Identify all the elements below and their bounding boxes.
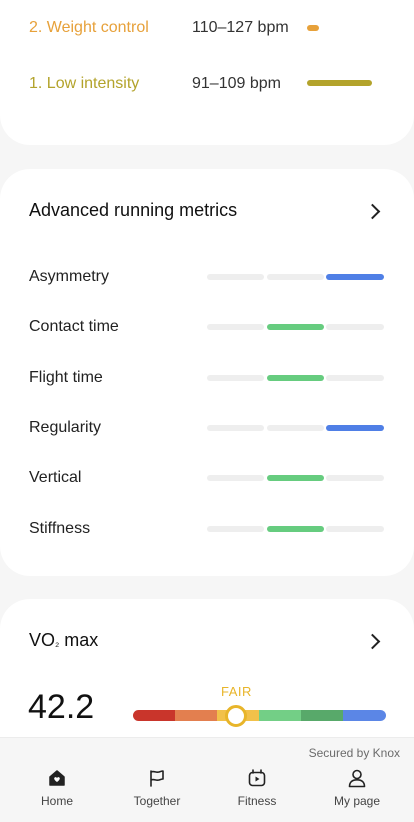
- metric-level-segment: [326, 374, 384, 381]
- metric-level-segment: [207, 274, 264, 280]
- metric-row: Regularity: [0, 416, 414, 440]
- metric-level-segment: [207, 374, 264, 381]
- heart-rate-zones-card: 2. Weight control 110–127 bpm 1. Low int…: [0, 0, 414, 145]
- metric-level-segment: [207, 424, 264, 431]
- metric-label: Contact time: [29, 318, 119, 336]
- vo2-title-rest: max: [59, 630, 99, 650]
- metric-level-segment: [326, 475, 384, 482]
- metric-level-segment: [267, 274, 324, 280]
- vo2-max-card[interactable]: VO₂ max: [0, 599, 414, 759]
- metric-label: Stiffness: [29, 519, 91, 537]
- metric-row: Vertical: [0, 466, 414, 490]
- metric-label: Asymmetry: [29, 268, 109, 285]
- nav-fitness[interactable]: Fitness: [217, 768, 297, 808]
- metric-row: Contact time: [0, 315, 414, 339]
- metric-row: Asymmetry: [0, 265, 414, 289]
- metric-row: Flight time: [0, 366, 414, 390]
- zone-bar-low-intensity: [307, 80, 372, 86]
- vo2-gauge-segment: [133, 710, 176, 721]
- vo2-gauge-segment: [175, 710, 218, 721]
- metric-level-segment: [326, 525, 384, 532]
- flag-icon: [150, 770, 164, 787]
- vo2-gauge-knob: [225, 705, 247, 727]
- zone-bar-weight-control: [307, 25, 319, 31]
- metric-label: Regularity: [29, 418, 102, 436]
- metric-level-segment: [207, 525, 264, 532]
- fitness-icon: [248, 769, 266, 787]
- metric-level-segment: [326, 424, 384, 431]
- metric-row: Stiffness: [0, 517, 414, 541]
- zone-label-weight-control: 2. Weight control: [29, 19, 149, 36]
- home-icon: [49, 770, 65, 786]
- vo2-rating-label: FAIR: [221, 684, 252, 699]
- vo2-gauge-segment: [301, 710, 344, 721]
- nav-home-label: Home: [40, 794, 73, 808]
- metric-level-segment: [326, 324, 384, 331]
- secured-by-knox-label: Secured by Knox: [308, 746, 400, 760]
- nav-together[interactable]: Together: [117, 768, 197, 808]
- metric-level-segment: [267, 374, 324, 381]
- metric-level-segment: [267, 324, 324, 331]
- zone-label-low-intensity: 1. Low intensity: [29, 75, 140, 92]
- metric-label: Flight time: [29, 368, 103, 386]
- vo2-title-main: VO: [29, 630, 56, 650]
- metric-level-segment: [207, 324, 264, 331]
- vo2-max-title: VO₂ max: [29, 630, 98, 651]
- chevron-right-icon[interactable]: [364, 203, 381, 220]
- nav-my-page-label: My page: [333, 794, 381, 808]
- metric-level-segment: [207, 475, 264, 482]
- metric-level-segment: [326, 274, 384, 280]
- metric-level-segment: [267, 424, 324, 431]
- vo2-gauge-segment: [343, 710, 386, 721]
- advanced-metrics-title: Advanced running metrics: [29, 200, 238, 220]
- nav-fitness-label: Fitness: [237, 794, 277, 808]
- zone-bpm-low-intensity: 91–109 bpm: [192, 75, 281, 92]
- metric-level-segment: [267, 525, 324, 532]
- bottom-navigation: Secured by Knox Home Together Fitness My…: [0, 737, 414, 822]
- nav-my-page[interactable]: My page: [317, 768, 397, 808]
- zone-bpm-weight-control: 110–127 bpm: [192, 19, 289, 36]
- vo2-max-value: 42.2: [28, 688, 95, 726]
- nav-together-label: Together: [133, 794, 181, 808]
- metric-label: Vertical: [29, 469, 82, 487]
- person-icon: [348, 769, 366, 788]
- nav-home[interactable]: Home: [17, 768, 97, 808]
- metric-level-segment: [267, 475, 324, 482]
- vo2-gauge-segment: [259, 710, 302, 721]
- advanced-running-metrics-card[interactable]: Advanced running metrics Asymmetry Contac…: [0, 169, 414, 576]
- chevron-right-icon[interactable]: [364, 633, 381, 650]
